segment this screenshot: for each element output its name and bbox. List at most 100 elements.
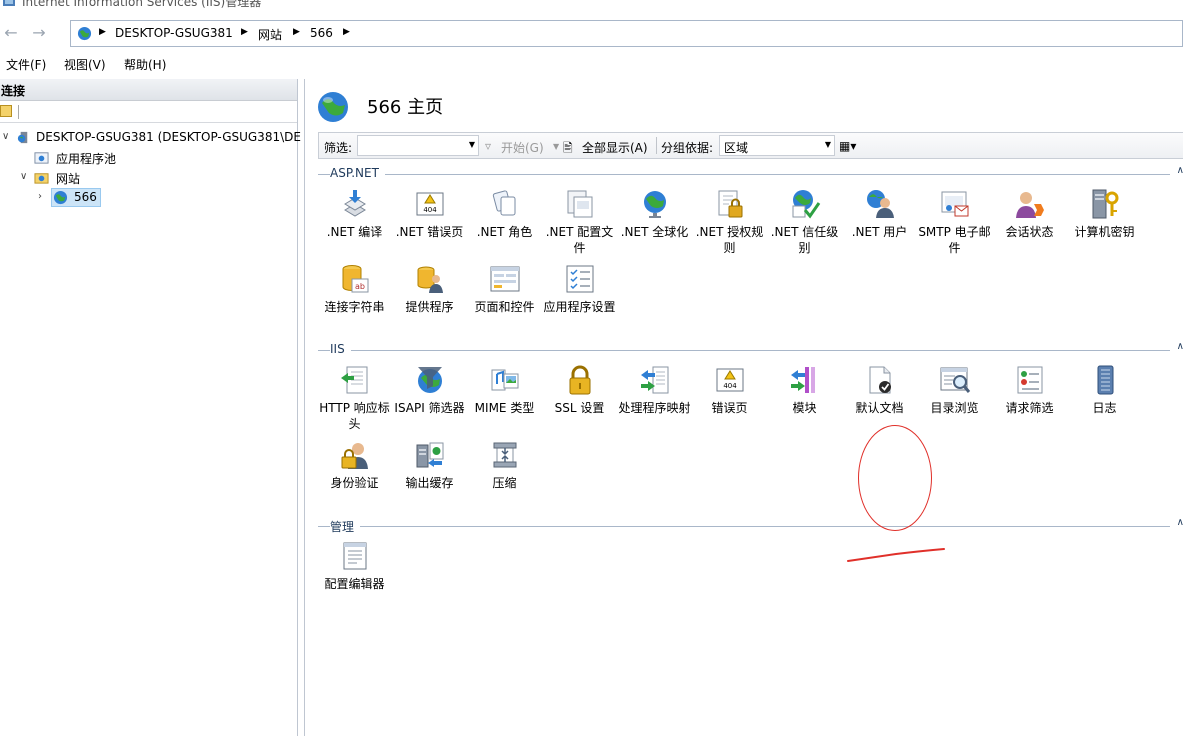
feature-net-globalization[interactable]: .NET 全球化 (617, 188, 692, 260)
features-content: ASP.NET ∧ .NET 编译 404 .NET 错误页 .NET 角色 .N… (318, 163, 1183, 736)
feature-session-state[interactable]: 会话状态 (992, 188, 1067, 260)
filter-label: 筛选: (324, 141, 353, 155)
feature-net-error-pages[interactable]: 404 .NET 错误页 (392, 188, 467, 260)
feature-request-filtering[interactable]: 请求筛选 (992, 364, 1067, 436)
menu-help[interactable]: 帮助(H) (124, 56, 166, 73)
connections-pane: 连接 ∨ DESKTOP-GSUG381 (DESKTOP-GSUG381\DE… (0, 79, 301, 736)
svg-text:ab: ab (355, 282, 365, 291)
toolbar-separator (18, 105, 19, 119)
tree-sites[interactable]: 网站 (34, 169, 114, 187)
handler-mappings-icon (640, 366, 668, 394)
dropdown-arrow-icon: ▼ (468, 140, 475, 149)
feature-handler-mappings[interactable]: 处理程序映射 (617, 364, 692, 436)
database-icon: ab (342, 265, 368, 293)
collapse-group-icon[interactable]: ∧ (1177, 517, 1183, 528)
tree-server[interactable]: DESKTOP-GSUG381 (DESKTOP-GSUG381\DE (14, 129, 301, 147)
tree-app-pools[interactable]: 应用程序池 (34, 149, 154, 167)
connections-tree: ∨ DESKTOP-GSUG381 (DESKTOP-GSUG381\DE 应用… (0, 127, 301, 267)
feature-net-roles[interactable]: .NET 角色 (467, 188, 542, 260)
feature-app-settings[interactable]: 应用程序设置 (542, 263, 617, 335)
http-headers-icon (340, 366, 367, 394)
feature-http-response-headers[interactable]: HTTP 响应标头 (317, 364, 392, 436)
globe-icon (318, 92, 348, 122)
forward-button[interactable]: → (28, 23, 50, 43)
lock-document-icon (718, 190, 742, 218)
breadcrumb-site[interactable]: 566 (310, 26, 333, 40)
feature-logging[interactable]: 日志 (1067, 364, 1142, 436)
breadcrumb-server[interactable]: DESKTOP-GSUG381 (115, 26, 233, 40)
menu-view[interactable]: 视图(V) (64, 56, 106, 73)
group-by-select[interactable]: 区域 ▼ (719, 135, 835, 156)
collapse-chevron-icon[interactable]: ∨ (20, 171, 27, 182)
address-row: ← → ▶ DESKTOP-GSUG381 ▶ 网站 ▶ 566 ▶ (0, 17, 1183, 49)
globe-icon (53, 190, 68, 205)
expand-chevron-icon[interactable]: › (38, 191, 42, 202)
tree-site-566[interactable]: 566 (51, 188, 101, 207)
session-user-icon (1015, 192, 1044, 218)
page-title: 566 主页 (367, 97, 444, 118)
machine-key-icon (1092, 189, 1118, 219)
filter-input[interactable]: ▼ (357, 135, 479, 156)
feature-directory-browsing[interactable]: 目录浏览 (917, 364, 992, 436)
breadcrumb-chevron-icon: ▶ (99, 27, 106, 37)
feature-mime-types[interactable]: MIME 类型 (467, 364, 542, 436)
feature-net-users[interactable]: .NET 用户 (842, 188, 917, 260)
connections-header: 连接 (0, 79, 297, 101)
breadcrumb-chevron-icon: ▶ (293, 27, 300, 37)
modules-icon (790, 367, 815, 393)
feature-compression[interactable]: 压缩 (467, 439, 542, 511)
feature-machine-key[interactable]: 计算机密钥 (1067, 188, 1142, 260)
collapse-chevron-icon[interactable]: ∨ (2, 131, 9, 142)
feature-ssl-settings[interactable]: SSL 设置 (542, 364, 617, 436)
request-filter-icon (1017, 366, 1042, 394)
feature-net-trust-levels[interactable]: .NET 信任级别 (767, 188, 842, 260)
back-button[interactable]: ← (0, 23, 22, 43)
feature-isapi-filters[interactable]: ISAPI 筛选器 (392, 364, 467, 436)
feature-modules[interactable]: 模块 (767, 364, 842, 436)
toolbar-separator (656, 137, 657, 154)
show-all-button[interactable]: 全部显示(A) (582, 139, 648, 156)
feature-default-document[interactable]: 默认文档 (842, 364, 917, 436)
group-header-iis[interactable]: IIS ∧ (318, 341, 1183, 357)
provider-icon (417, 266, 443, 293)
view-mode-icon[interactable]: ▦▾ (839, 139, 856, 153)
feature-net-authorization[interactable]: .NET 授权规则 (692, 188, 767, 260)
connect-icon[interactable] (0, 105, 12, 117)
group-header-management[interactable]: 管理 ∧ (318, 517, 1183, 535)
feature-pages-controls[interactable]: 页面和控件 (467, 263, 542, 335)
feature-authentication[interactable]: 身份验证 (317, 439, 392, 511)
collapse-group-icon[interactable]: ∧ (1177, 165, 1183, 176)
sites-folder-icon (34, 173, 49, 184)
feature-error-pages[interactable]: 404 错误页 (692, 364, 767, 436)
dropdown-arrow-icon: ▼ (824, 140, 831, 149)
breadcrumb-chevron-icon: ▶ (241, 27, 248, 37)
menu-file[interactable]: 文件(F) (6, 56, 46, 73)
filter-bar: 筛选: ▼ ▿ 开始(G) ▼ 🖹 全部显示(A) 分组依据: 区域 ▼ ▦▾ (318, 132, 1183, 159)
go-button[interactable]: 开始(G) (501, 139, 544, 156)
feature-smtp-email[interactable]: SMTP 电子邮件 (917, 188, 992, 260)
collapse-group-icon[interactable]: ∧ (1177, 341, 1183, 352)
title-bar: Internet Information Services (IIS)管理器 (0, 0, 1183, 14)
app-settings-icon (566, 265, 593, 293)
feature-connection-strings[interactable]: ab 连接字符串 (317, 263, 392, 335)
directory-browse-icon (940, 367, 970, 393)
breadcrumb-chevron-icon: ▶ (343, 27, 350, 37)
feature-configuration-editor[interactable]: 配置编辑器 (317, 540, 392, 612)
feature-providers[interactable]: 提供程序 (392, 263, 467, 335)
roles-icon (492, 190, 515, 216)
feature-output-caching[interactable]: 输出缓存 (392, 439, 467, 511)
error-page-icon: 404 (716, 368, 743, 392)
email-icon (941, 191, 968, 217)
group-header-aspnet[interactable]: ASP.NET ∧ (318, 165, 1183, 181)
feature-net-profile[interactable]: .NET 配置文件 (542, 188, 617, 260)
address-bar[interactable]: ▶ DESKTOP-GSUG381 ▶ 网站 ▶ 566 ▶ (70, 20, 1183, 47)
funnel-icon: ▿ (485, 139, 492, 153)
window-title: Internet Information Services (IIS)管理器 (22, 0, 262, 9)
connections-toolbar (0, 101, 297, 123)
dropdown-arrow-icon: ▼ (553, 142, 560, 151)
pages-controls-icon (490, 266, 519, 292)
breadcrumb-sites[interactable]: 网站 (258, 26, 282, 43)
output-cache-icon (416, 442, 443, 468)
svg-text:404: 404 (723, 382, 737, 390)
feature-net-compilation[interactable]: .NET 编译 (317, 188, 392, 260)
